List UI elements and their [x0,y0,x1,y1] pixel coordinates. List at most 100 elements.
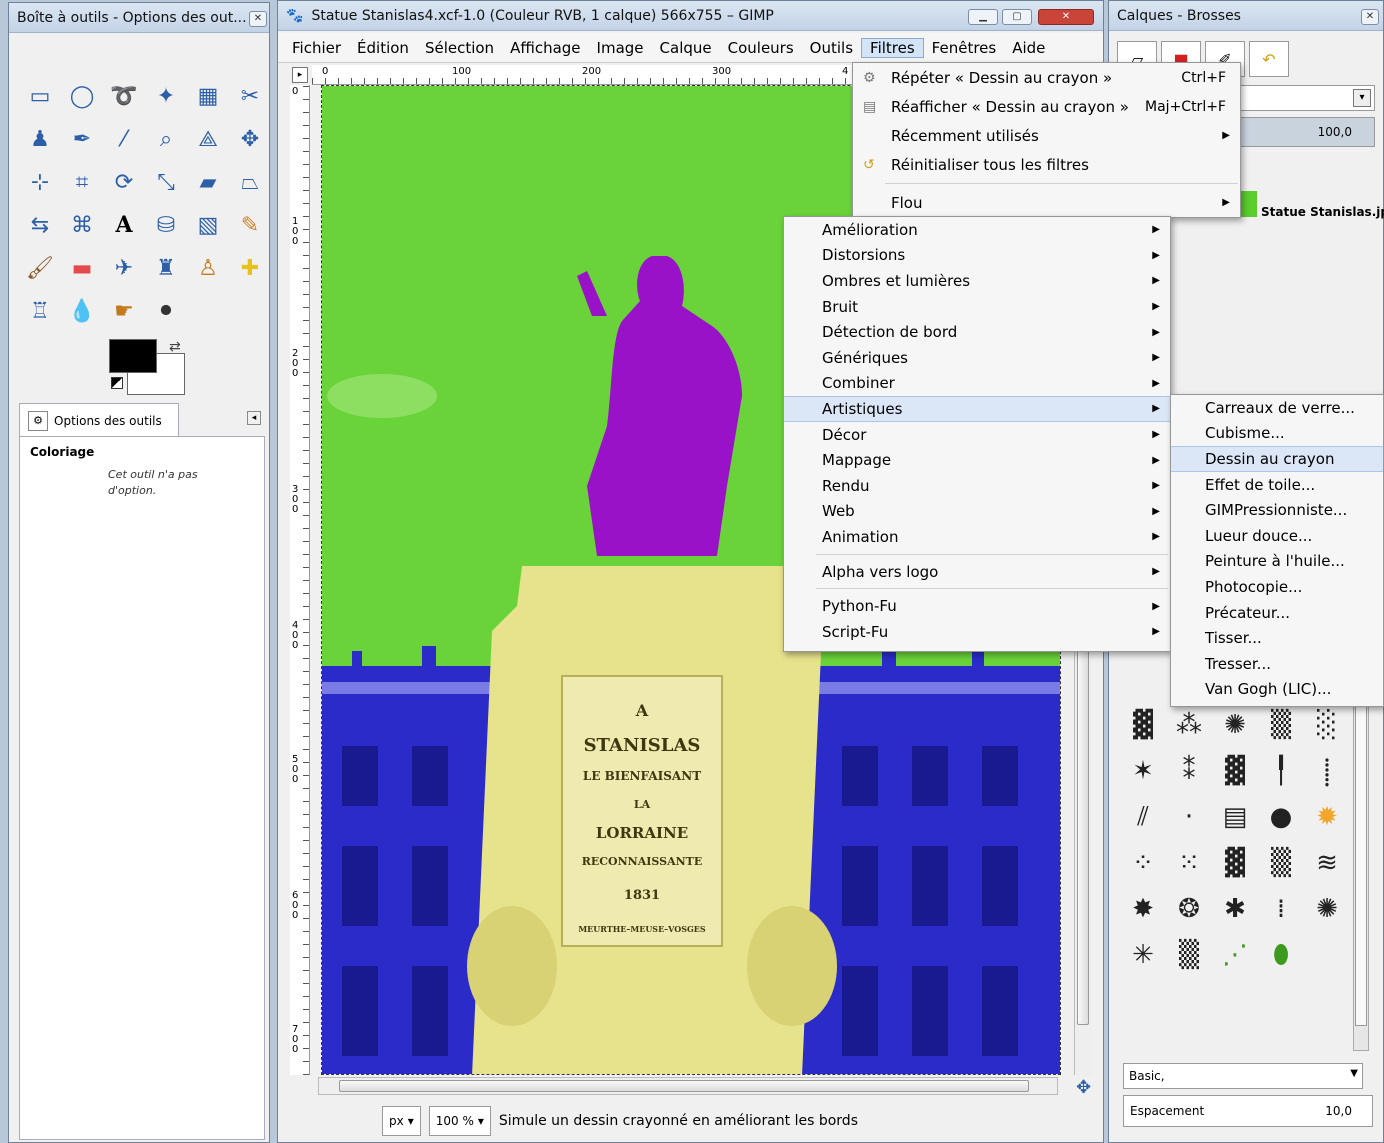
menu-selection[interactable]: Sélection [417,39,502,57]
shear-icon[interactable]: ▰ [191,165,225,199]
menu-item-reshow[interactable]: ▤ Réafficher « Dessin au crayon » Maj+Ct… [853,92,1240,121]
menu-fichier[interactable]: Fichier [284,39,349,57]
brush-item[interactable]: ▒ [1169,935,1209,975]
menu-item-glass-tile[interactable]: Carreaux de verre... [1171,395,1383,421]
brush-scroll-thumb[interactable] [1355,706,1367,1026]
opacity-slider[interactable]: 100,0 [1239,117,1375,147]
brush-set-select[interactable]: Basic, ▼ [1123,1063,1363,1089]
menu-item-apply-canvas[interactable]: Effet de toile... [1171,472,1383,498]
layer-thumbnail[interactable] [1241,191,1257,217]
brush-item[interactable]: ⁞ [1261,889,1301,929]
menu-item-clothify[interactable]: Tresser... [1171,651,1383,677]
ellipse-select-icon[interactable]: ◯ [65,79,99,113]
brush-item[interactable]: ✶ [1123,751,1163,791]
menu-item-gimpressionist[interactable]: GIMPressionniste... [1171,497,1383,523]
menu-item-softglow[interactable]: Lueur douce... [1171,523,1383,549]
menu-item-reset-filters[interactable]: ↺ Réinitialiser tous les filtres [853,150,1240,179]
brush-item[interactable]: · [1169,797,1209,837]
menu-item-recent[interactable]: Récemment utilisés ▶ [853,121,1240,150]
menu-filtres[interactable]: Filtres [861,37,924,58]
foreground-select-icon[interactable]: ♟ [23,122,57,156]
menu-couleurs[interactable]: Couleurs [720,39,802,57]
blur-icon[interactable]: 💧 [65,294,99,328]
menu-item-enhance[interactable]: Amélioration ▶ [784,217,1170,243]
brush-item[interactable]: ✸ [1123,889,1163,929]
brush-item[interactable]: ⁘ [1123,843,1163,883]
paths-icon[interactable]: ✒ [65,122,99,156]
menu-item-light-shadow[interactable]: Ombres et lumières ▶ [784,268,1170,294]
brush-scrollbar[interactable] [1353,701,1369,1051]
tab-menu-icon[interactable]: ◂ [247,411,261,425]
perspective-clone-icon[interactable]: ♖ [23,294,57,328]
menu-item-python-fu[interactable]: Python-Fu ▶ [784,593,1170,619]
zoom-select[interactable]: 100 % ▾ [428,1106,491,1136]
menu-item-predator[interactable]: Précateur... [1171,600,1383,626]
swap-colors-icon[interactable]: ⇄ [169,339,181,355]
spacing-slider[interactable]: Espacement 10,0 [1123,1095,1373,1127]
pencil-icon[interactable]: ✎ [233,208,267,242]
brush-item[interactable]: ✳ [1123,935,1163,975]
clone-icon[interactable]: ♙ [191,251,225,285]
brush-item[interactable]: ▒ [1261,705,1301,745]
ink-icon[interactable]: ♜ [149,251,183,285]
zoom-icon[interactable]: ⌕ [149,122,183,156]
brush-item[interactable]: ▓ [1215,843,1255,883]
color-select-icon[interactable]: ▦ [191,79,225,113]
quick-mask-icon[interactable]: ▸ [292,67,308,83]
flip-icon[interactable]: ⇆ [23,208,57,242]
default-colors-icon[interactable] [111,377,123,389]
menu-item-generic[interactable]: Génériques ▶ [784,345,1170,371]
brush-item[interactable]: ● [1261,797,1301,837]
brush-item[interactable]: ▓ [1123,705,1163,745]
unit-select[interactable]: px ▾ [382,1106,421,1136]
menu-item-web[interactable]: Web ▶ [784,499,1170,525]
minimize-button[interactable]: ▁ [968,9,998,25]
brush-item[interactable]: ▒ [1261,843,1301,883]
brush-item[interactable]: ⁂ [1169,705,1209,745]
toolbox-close-button[interactable]: ✕ [249,11,267,27]
blend-icon[interactable]: ▧ [191,208,225,242]
heal-icon[interactable]: ✚ [233,251,267,285]
menu-item-photocopy[interactable]: Photocopie... [1171,574,1383,600]
menu-item-animation[interactable]: Animation ▶ [784,524,1170,550]
scissors-icon[interactable]: ✂ [233,79,267,113]
brush-item[interactable]: ⬮ [1261,935,1301,975]
measure-icon[interactable]: ⟁ [191,122,225,156]
menu-outils[interactable]: Outils [802,39,861,57]
text-icon[interactable]: A [107,208,141,242]
crop-icon[interactable]: ⌗ [65,165,99,199]
dock-close-button[interactable]: ✕ [1361,9,1379,25]
menu-item-alpha-to-logo[interactable]: Alpha vers logo ▶ [784,559,1170,585]
menu-item-render[interactable]: Rendu ▶ [784,473,1170,499]
menu-item-weave[interactable]: Tisser... [1171,625,1383,651]
foreground-color-swatch[interactable] [109,339,157,373]
brush-item[interactable]: ✱ [1215,889,1255,929]
menu-edition[interactable]: Édition [349,39,417,57]
menu-calque[interactable]: Calque [652,39,720,57]
brush-item[interactable]: ╿ [1261,751,1301,791]
horizontal-scrollbar[interactable] [318,1077,1058,1095]
menu-item-oilify[interactable]: Peinture à l'huile... [1171,549,1383,575]
menu-item-van-gogh[interactable]: Van Gogh (LIC)... [1171,677,1383,703]
brush-item[interactable]: ✺ [1215,705,1255,745]
menu-item-noise[interactable]: Bruit ▶ [784,294,1170,320]
brush-item[interactable]: ⋰ [1215,935,1255,975]
brush-item[interactable]: ⫽ [1123,797,1163,837]
dodge-icon[interactable]: ⚫ [149,294,183,328]
layer-name[interactable]: Statue Stanislas.jp [1261,205,1384,219]
smudge-icon[interactable]: ☛ [107,294,141,328]
menu-item-edge-detect[interactable]: Détection de bord ▶ [784,319,1170,345]
menu-item-decor[interactable]: Décor ▶ [784,422,1170,448]
close-button[interactable]: ✕ [1038,9,1094,25]
brush-item[interactable]: ░ [1307,705,1347,745]
menu-item-repeat[interactable]: ⚙ Répéter « Dessin au crayon » Ctrl+F [853,63,1240,92]
navigate-icon[interactable]: ✥ [1076,1077,1091,1098]
menu-item-pencil-drawing[interactable]: Dessin au crayon [1171,446,1383,472]
free-select-icon[interactable]: ➰ [107,79,141,113]
menu-fenetres[interactable]: Fenêtres [924,39,1005,57]
tab-tool-options[interactable]: ⚙ Options des outils [19,403,179,437]
move-icon[interactable]: ✥ [233,122,267,156]
brush-item[interactable]: ❂ [1169,889,1209,929]
bucket-fill-icon[interactable]: ⛁ [149,208,183,242]
menu-item-script-fu[interactable]: Script-Fu ▶ [784,619,1170,645]
